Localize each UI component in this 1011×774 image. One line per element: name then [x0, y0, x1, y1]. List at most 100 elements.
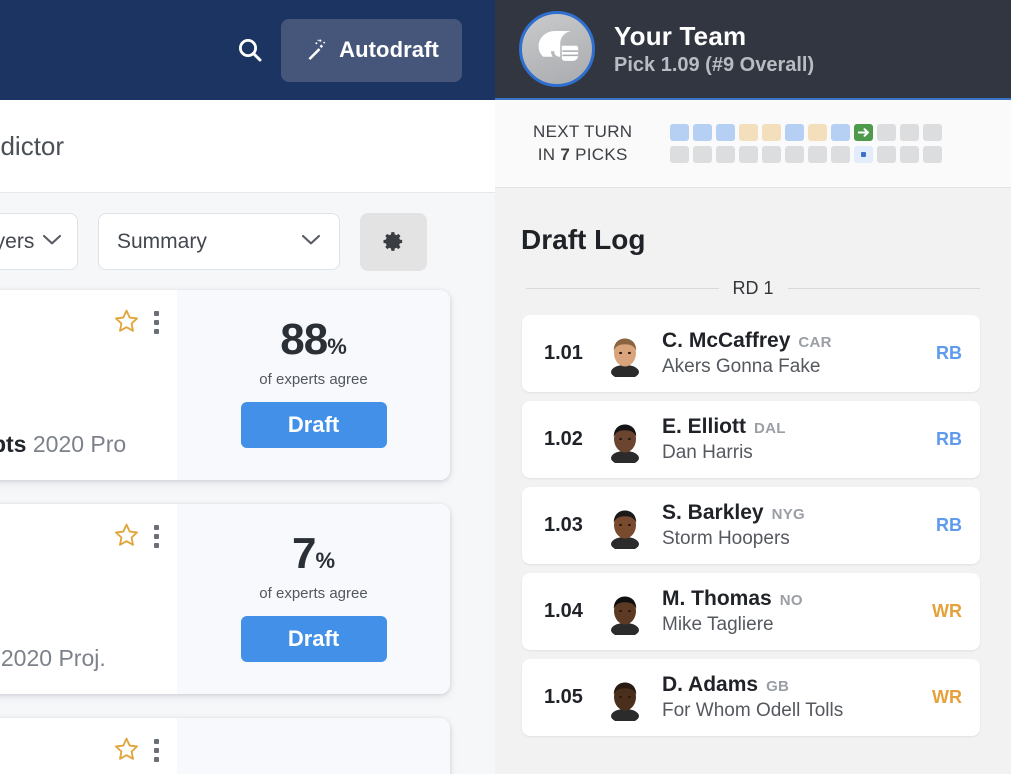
draft-button[interactable]: Draft — [240, 616, 387, 662]
player-name-line: M. Thomas NO — [662, 587, 922, 611]
player-card-main: 09 pts 2020 Pro — [0, 290, 177, 480]
team-name: Your Team — [614, 21, 747, 51]
draft-room-screen: Autodraft edictor ayers Summary — [0, 0, 1011, 774]
pick-pip-blue — [693, 124, 713, 141]
player-card[interactable]: 09 pts 2020 Pro 88 % of experts agree Dr… — [0, 290, 450, 480]
draft-pick-number: 1.04 — [544, 600, 583, 622]
player-name: S. Barkley — [662, 501, 764, 524]
player-headshot — [602, 417, 648, 463]
top-navbar: Autodraft — [0, 0, 495, 100]
draft-log-row[interactable]: 1.05 D. Adams GB For Whom Odell Tolls WR — [522, 659, 980, 736]
player-team: NO — [779, 592, 803, 609]
players-filter-select[interactable]: ayers — [0, 213, 78, 270]
draft-pick-number: 1.03 — [544, 514, 583, 536]
pick-pip-gray — [693, 146, 713, 163]
search-button[interactable] — [229, 29, 271, 71]
player-name: C. McCaffrey — [662, 329, 791, 352]
pick-pip-gray — [877, 124, 897, 141]
pick-pip-blue — [670, 124, 690, 141]
pick-pip-gray — [923, 146, 943, 163]
player-headshot — [602, 331, 648, 377]
player-name: M. Thomas — [662, 587, 772, 610]
team-header: Your Team Pick 1.09 (#9 Overall) — [495, 0, 1011, 100]
pick-pip-gray — [923, 124, 943, 141]
draft-log-title: Draft Log — [521, 224, 646, 255]
view-mode-select[interactable]: Summary — [98, 213, 340, 270]
kebab-menu-icon[interactable] — [154, 308, 159, 334]
player-headshot — [602, 589, 648, 635]
player-position-badge: WR — [932, 601, 962, 621]
player-card-actions — [113, 308, 159, 339]
player-team: GB — [766, 678, 790, 695]
team-pick: Pick 1.09 (#9 Overall) — [614, 54, 815, 76]
pick-pip-blue — [785, 124, 805, 141]
player-card-actions — [113, 736, 159, 767]
gear-icon — [383, 232, 403, 251]
pick-pip-gray — [716, 146, 736, 163]
player-card-consensus: 88 % of experts agree Draft — [177, 290, 450, 480]
draft-pick-info: D. Adams GB For Whom Odell Tolls — [662, 673, 922, 722]
player-position-badge: RB — [936, 515, 962, 535]
pick-pip-green — [854, 124, 874, 141]
pick-pip-self — [854, 146, 874, 163]
players-filter-label: ayers — [0, 229, 35, 253]
draft-log-row[interactable]: 1.04 M. Thomas NO Mike Tagliere WR — [522, 573, 980, 650]
draft-pick-info: C. McCaffrey CAR Akers Gonna Fake — [662, 329, 922, 378]
pick-pip-blue — [831, 124, 851, 141]
arrow-right-icon — [858, 128, 870, 137]
player-position-badge: RB — [936, 429, 962, 449]
autodraft-label: Autodraft — [339, 37, 439, 62]
draft-log-row[interactable]: 1.01 C. McCaffrey CAR Akers Gonna Fake RB — [522, 315, 980, 392]
next-turn-bar: NEXT TURN IN 7 PICKS — [495, 100, 1011, 188]
draft-pick-number: 1.01 — [544, 342, 583, 364]
draft-pick-number: 1.02 — [544, 428, 583, 450]
pick-pip-tan — [762, 124, 782, 141]
player-position-badge: RB — [936, 343, 962, 363]
experts-agree-label: of experts agree — [259, 585, 368, 602]
player-card-list: 09 pts 2020 Pro 88 % of experts agree Dr… — [0, 290, 495, 774]
pick-pip-gray — [900, 146, 920, 163]
player-stat-label: 2020 Proj. — [0, 645, 106, 671]
team-info: Your Team Pick 1.09 (#9 Overall) — [614, 21, 814, 77]
experts-agree-label: of experts agree — [259, 371, 368, 388]
pick-tracker — [670, 124, 943, 163]
pick-tracker-row — [670, 124, 943, 141]
draft-log-row[interactable]: 1.02 E. Elliott DAL Dan Harris RB — [522, 401, 980, 478]
percent-symbol: % — [315, 548, 336, 573]
player-headshot — [602, 675, 648, 721]
pick-pip-gray — [739, 146, 759, 163]
kebab-menu-icon[interactable] — [154, 736, 159, 762]
right-panel: Your Team Pick 1.09 (#9 Overall) NEXT TU… — [495, 0, 1011, 774]
draft-button[interactable]: Draft — [240, 402, 387, 448]
pick-pip-gray — [808, 146, 828, 163]
pick-pip-blue — [716, 124, 736, 141]
star-outline-icon[interactable] — [113, 522, 140, 553]
round-label: RD 1 — [732, 278, 774, 298]
draft-log-row[interactable]: 1.03 S. Barkley NYG Storm Hoopers RB — [522, 487, 980, 564]
player-card-consensus: 7 % of experts agree Draft — [177, 504, 450, 694]
player-card[interactable]: pts 2020 Proj. 7 % of experts agree Draf… — [0, 504, 450, 694]
percent-symbol: % — [327, 334, 347, 359]
pick-pip-gray — [877, 146, 897, 163]
star-outline-icon[interactable] — [113, 308, 140, 339]
drafted-by-owner: Akers Gonna Fake — [662, 356, 821, 377]
draft-pick-info: S. Barkley NYG Storm Hoopers — [662, 501, 922, 550]
next-turn-line2: IN 7 PICKS — [537, 144, 628, 164]
star-outline-icon[interactable] — [113, 736, 140, 767]
chevron-down-icon — [301, 233, 321, 251]
player-card-main: pts 2020 Proj. — [0, 504, 177, 694]
kebab-menu-icon[interactable] — [154, 522, 159, 548]
view-mode-label: Summary — [117, 229, 207, 253]
search-icon — [239, 39, 262, 62]
pick-pip-gray — [831, 146, 851, 163]
player-name: E. Elliott — [662, 415, 746, 438]
autodraft-button[interactable]: Autodraft — [281, 18, 462, 82]
player-card[interactable] — [0, 718, 450, 774]
draft-pick-info: E. Elliott DAL Dan Harris — [662, 415, 922, 464]
player-name-line: S. Barkley NYG — [662, 501, 922, 525]
settings-button[interactable] — [360, 212, 427, 271]
expert-percent: 88 % — [280, 318, 347, 362]
player-stat: 09 pts 2020 Pro — [0, 431, 126, 458]
player-stat: pts 2020 Proj. — [0, 645, 106, 672]
round-divider: RD 1 — [526, 278, 981, 299]
